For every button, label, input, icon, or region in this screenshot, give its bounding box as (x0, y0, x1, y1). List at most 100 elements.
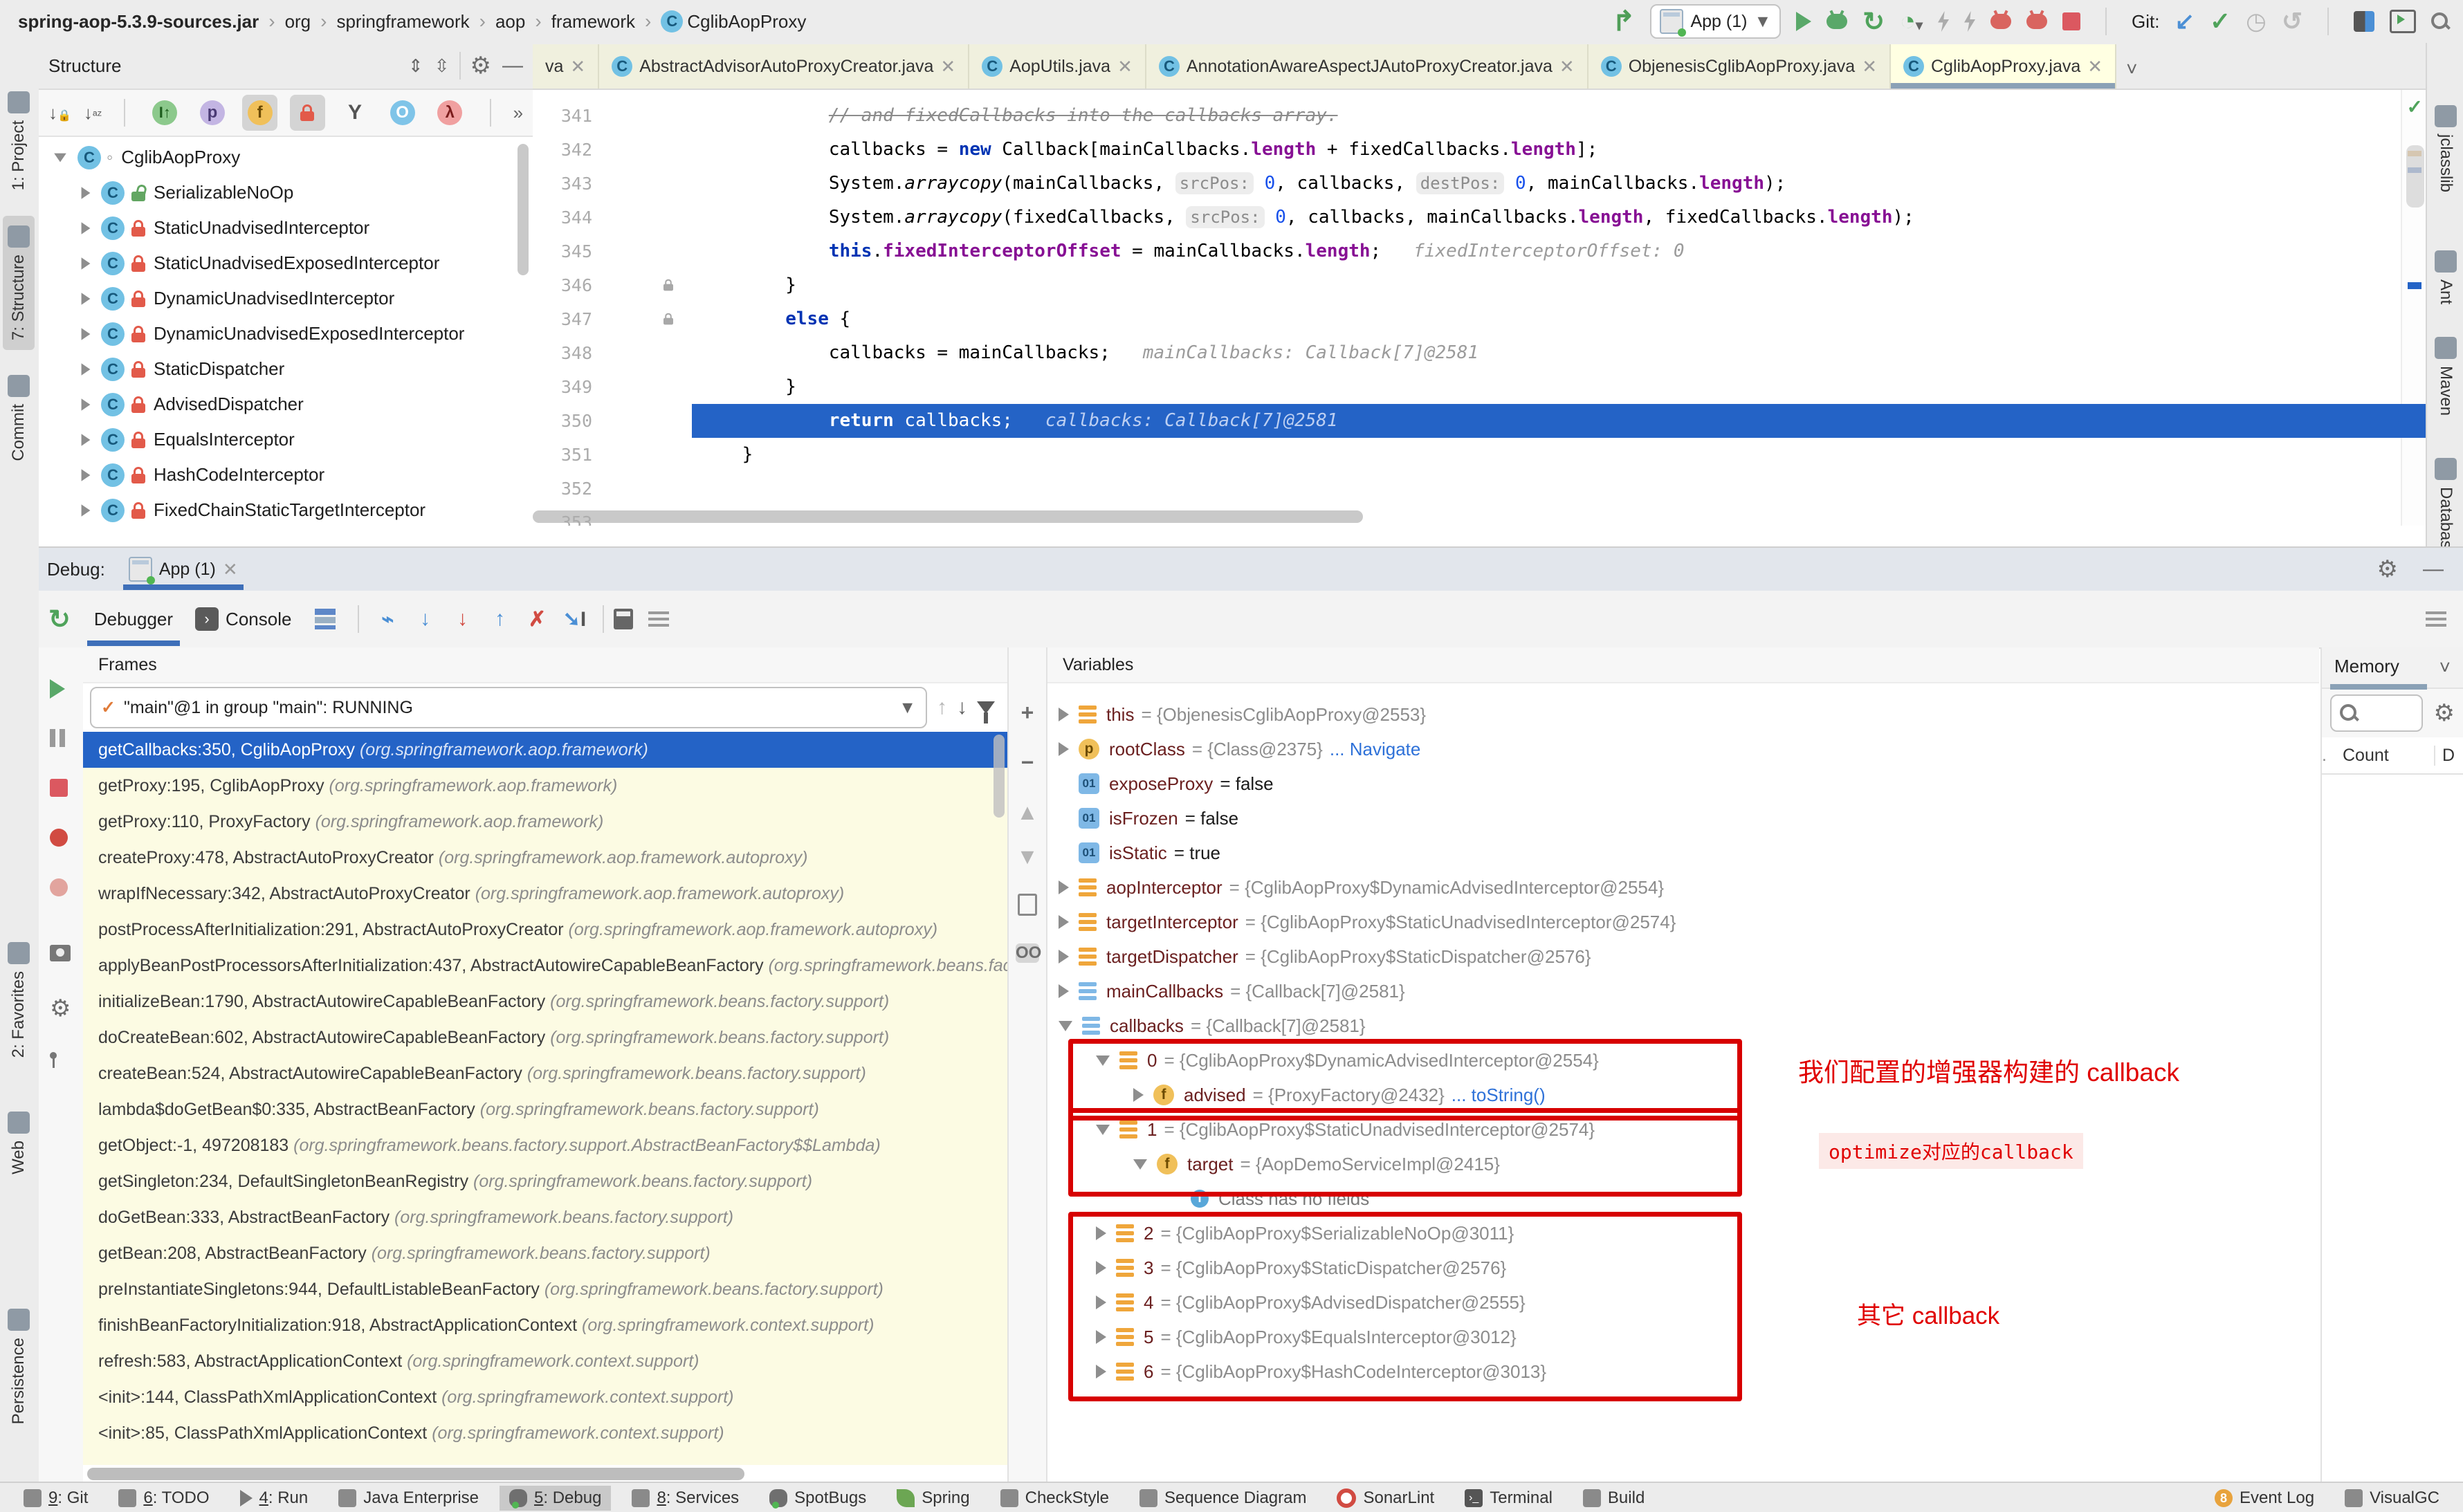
breadcrumb-item[interactable]: CglibAopProxy (687, 11, 806, 33)
memory-columns-header[interactable]: . Count D (2322, 737, 2463, 775)
statusbar-item-build[interactable]: Build (1573, 1486, 1654, 1511)
run-button[interactable] (1796, 12, 1811, 31)
code-line[interactable]: callbacks = mainCallbacks; mainCallbacks… (699, 336, 2426, 370)
rerun-with-coverage-icon[interactable]: ↻ (1862, 6, 1885, 37)
structure-tree-item[interactable]: CHashCodeInterceptor (39, 457, 533, 492)
rerun-icon[interactable]: ↻ (48, 604, 71, 635)
show-lambdas-icon[interactable]: λ (432, 95, 468, 131)
statusbar-item-event-log[interactable]: 8Event Log (2205, 1486, 2324, 1511)
variable-row[interactable]: callbacks= {Callback[7]@2581} (1047, 1008, 2319, 1043)
stop-icon[interactable] (50, 779, 68, 797)
run-to-cursor-icon[interactable]: ➘I (556, 607, 593, 631)
expand-all-icon[interactable]: ⇕ (408, 55, 423, 77)
statusbar-item-spotbugs[interactable]: SpotBugs (760, 1486, 876, 1511)
code-line[interactable]: System.arraycopy(mainCallbacks, srcPos: … (699, 167, 2426, 201)
sort-alphabetically-icon[interactable]: ↓ᵃᶻ (84, 102, 102, 124)
line-number[interactable]: 353 (533, 506, 592, 526)
stack-frame-row[interactable]: getProxy:110, ProxyFactory (org.springfr… (83, 804, 1007, 840)
structure-tree-item[interactable]: CAdvisedDispatcher (39, 387, 533, 422)
layout-icon[interactable] (315, 609, 336, 629)
git-commit-icon[interactable]: ✓ (2210, 7, 2231, 36)
expander-closed-icon[interactable] (82, 187, 91, 199)
structure-tree-item[interactable]: CStaticUnadvisedExposedInterceptor (39, 246, 533, 281)
variable-row[interactable]: mainCallbacks= {Callback[7]@2581} (1047, 974, 2319, 1008)
code-line[interactable]: } (699, 438, 2426, 472)
stack-frame-row[interactable]: doGetBean:333, AbstractBeanFactory (org.… (83, 1199, 1007, 1235)
hide-panel-icon[interactable]: — (502, 54, 523, 77)
stack-frame-row[interactable]: lambda$doGetBean$0:335, AbstractBeanFact… (83, 1091, 1007, 1127)
expander-closed-icon[interactable] (82, 504, 91, 517)
sidebar-item-database[interactable]: Database (2430, 458, 2462, 558)
step-out-icon[interactable]: ↑ (481, 607, 518, 631)
expander-closed-icon[interactable] (82, 257, 91, 270)
sidebar-item-ant[interactable]: Ant (2430, 250, 2462, 304)
editor-tab[interactable]: CObjenesisCglibAopProxy.java✕ (1588, 44, 1891, 89)
hide-frames-filter-icon[interactable] (977, 701, 995, 714)
show-execution-point-icon[interactable]: ⌁ (369, 607, 406, 631)
variable-row[interactable]: targetInterceptor= {CglibAopProxy$Static… (1047, 905, 2319, 939)
sort-by-visibility-icon[interactable]: ↓🔒 (48, 102, 71, 124)
navigate-back-icon[interactable]: ↰ (1612, 8, 1636, 35)
stack-frame-row[interactable]: getProxy:195, CglibAopProxy (org.springf… (83, 768, 1007, 804)
run-configuration-select[interactable]: App (1) ▼ (1650, 4, 1781, 39)
line-number[interactable]: 347 (533, 302, 592, 336)
statusbar-item-checkstyle[interactable]: CheckStyle (991, 1486, 1119, 1511)
sidebar-item-jclasslib[interactable]: jclasslib (2430, 105, 2462, 192)
expander-closed-icon[interactable] (1059, 708, 1069, 721)
editor-tab[interactable]: va✕ (533, 44, 599, 89)
breadcrumb-item[interactable]: aop (495, 11, 525, 33)
sidebar-item-web[interactable]: Web (3, 1112, 35, 1174)
show-anonymous-classes-icon[interactable]: O (385, 95, 420, 131)
chevron-down-icon[interactable]: ˅ (2439, 658, 2451, 677)
expander-closed-icon[interactable] (1059, 984, 1069, 998)
thread-dump-icon[interactable] (50, 945, 71, 961)
debug-with-coverage-icon[interactable] (2026, 14, 2047, 29)
thread-selector[interactable]: ✓ "main"@1 in group "main": RUNNING ▼ (90, 687, 927, 728)
editor-tab[interactable]: CAnnotationAwareAspectJAutoProxyCreator.… (1146, 44, 1588, 89)
hidden-tabs-chevron-icon[interactable]: ˅ (2126, 59, 2137, 79)
stack-frame-row[interactable]: wrapIfNecessary:342, AbstractAutoProxyCr… (83, 876, 1007, 912)
show-properties-icon[interactable]: p (195, 95, 230, 131)
statusbar-item-todo[interactable]: 6: TODO (109, 1486, 219, 1511)
stack-frame-row[interactable]: getCallbacks:350, CglibAopProxy (org.spr… (83, 732, 1007, 768)
expander-closed-icon[interactable] (1059, 742, 1069, 756)
breadcrumb-item[interactable]: org (285, 11, 311, 33)
git-update-icon[interactable]: ↙ (2174, 8, 2195, 35)
structure-tree-item[interactable]: CEqualsInterceptor (39, 422, 533, 457)
structure-tree-item[interactable]: CFixedChainStaticTargetInterceptor (39, 492, 533, 528)
statusbar-item-git[interactable]: 9: Git (14, 1486, 98, 1511)
resume-icon[interactable] (50, 679, 65, 703)
statusbar-item-debug[interactable]: 5: Debug (500, 1486, 611, 1511)
step-over-icon[interactable]: ↓ (406, 607, 443, 631)
stack-frame-row[interactable]: getBean:208, AbstractBeanFactory (org.sp… (83, 1235, 1007, 1271)
statusbar-item-sequence-diagram[interactable]: Sequence Diagram (1130, 1486, 1316, 1511)
stack-frame-row[interactable]: getObject:-1, 497208183 (org.springframe… (83, 1127, 1007, 1163)
line-number[interactable]: 350 (533, 404, 592, 438)
stack-frame-row[interactable]: refresh:583, AbstractApplicationContext … (83, 1343, 1007, 1379)
code-line[interactable]: } (699, 370, 2426, 404)
show-inherited-icon[interactable]: I↑ (147, 95, 183, 131)
expander-closed-icon[interactable] (82, 328, 91, 340)
debug-settings-gear-icon[interactable]: ⚙ (2377, 557, 2398, 581)
code-area[interactable]: ✓ 341 // and fixedCallbacks into the cal… (533, 90, 2426, 526)
code-line[interactable]: this.fixedInterceptorOffset = mainCallba… (699, 234, 2426, 268)
sidebar-item-7-structure[interactable]: 7: Structure (3, 216, 35, 350)
statusbar-item-java-enterprise[interactable]: Java Enterprise (329, 1486, 488, 1511)
stack-frame-row[interactable]: finishBeanFactoryInitialization:918, Abs… (83, 1307, 1007, 1343)
breadcrumb[interactable]: spring-aop-5.3.9-sources.jar›org›springf… (18, 10, 810, 33)
code-line[interactable]: else { (699, 302, 2426, 336)
breadcrumb-item[interactable]: framework (551, 11, 635, 33)
line-number[interactable]: 343 (533, 167, 592, 201)
run-anything-icon[interactable] (2390, 10, 2416, 33)
stack-frame-row[interactable]: getSingleton:234, DefaultSingletonBeanRe… (83, 1163, 1007, 1199)
stack-frame-row[interactable]: <init>:144, ClassPathXmlApplicationConte… (83, 1379, 1007, 1415)
stack-frame-row[interactable]: createBean:524, AbstractAutowireCapableB… (83, 1055, 1007, 1091)
memory-settings-gear-icon[interactable]: ⚙ (2434, 701, 2455, 725)
code-line[interactable]: return callbacks; callbacks: Callback[7]… (699, 404, 2426, 438)
variable-row[interactable]: this= {ObjenesisCglibAopProxy@2553} (1047, 697, 2319, 732)
line-number[interactable]: 342 (533, 133, 592, 167)
stop-button[interactable] (2062, 12, 2080, 30)
structure-tree-item[interactable]: CDynamicUnadvisedExposedInterceptor (39, 316, 533, 351)
collapse-all-icon[interactable]: ⇳ (434, 55, 450, 77)
debug-session-tab[interactable]: App (1) ✕ (123, 548, 244, 590)
